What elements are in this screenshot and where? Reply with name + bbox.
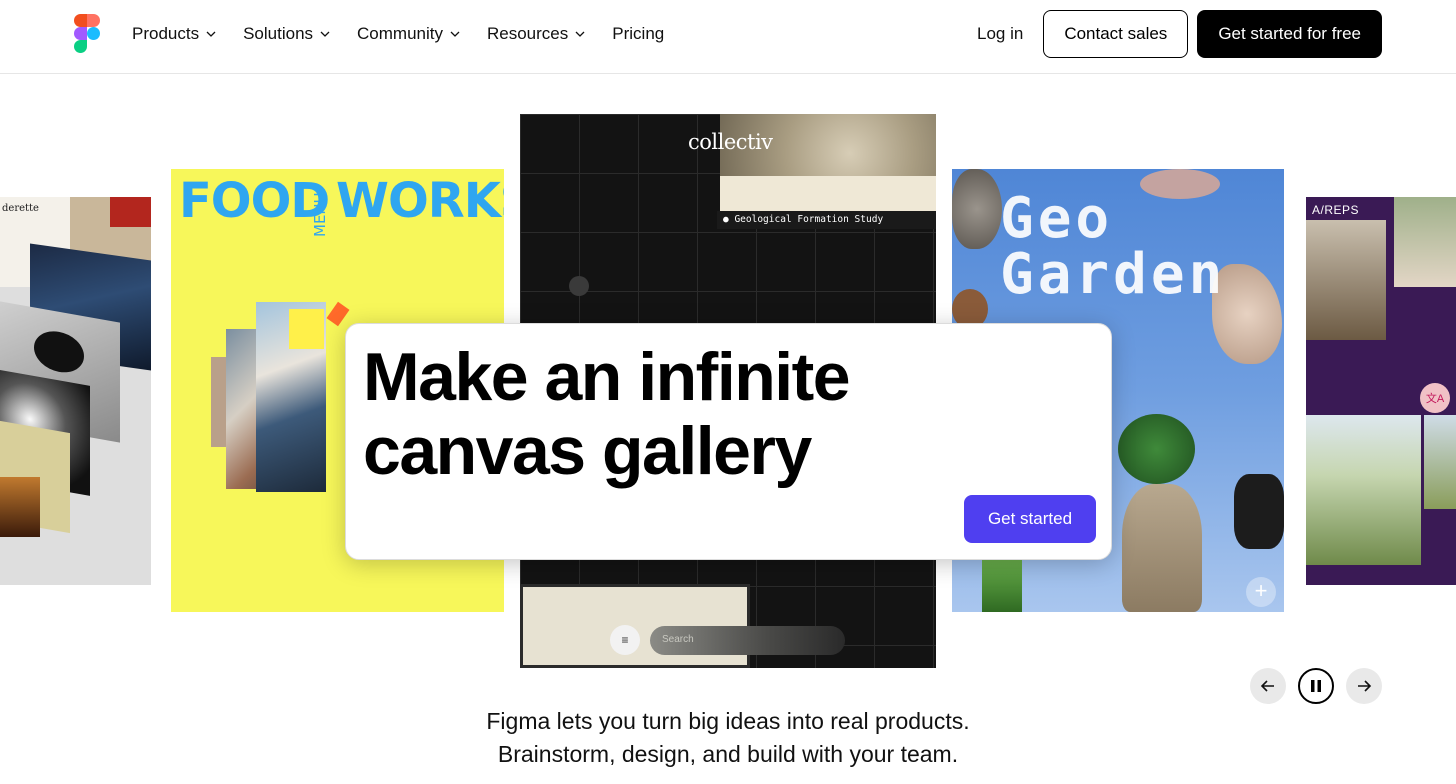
collage-photo-red (110, 197, 151, 227)
arrow-right-icon (1358, 680, 1372, 692)
hero-title: Make an infinite canvas gallery (363, 339, 851, 489)
nav-pricing-label: Pricing (612, 24, 665, 43)
collectiv-dot (569, 276, 589, 296)
collectiv-brand: collectiv (688, 130, 773, 154)
reps-photo-woman (1394, 197, 1456, 287)
primary-nav: Products Solutions Community Resources P… (132, 0, 664, 68)
plus-icon[interactable]: + (1246, 577, 1276, 607)
pause-icon (1311, 680, 1321, 692)
chevron-down-icon (450, 31, 460, 37)
get-started-button[interactable]: Get started (964, 495, 1096, 543)
contact-sales-button[interactable]: Contact sales (1043, 10, 1189, 58)
nav-products-label: Products (132, 24, 200, 43)
tagline-line1: Figma lets you turn big ideas into real … (486, 708, 970, 734)
chevron-down-icon (206, 31, 216, 37)
figma-logo-icon[interactable] (74, 14, 100, 53)
food-title-right: WORKS (336, 173, 504, 229)
login-link[interactable]: Log in (977, 24, 1023, 44)
nav-pricing[interactable]: Pricing (612, 24, 664, 44)
carousel-next-button[interactable] (1346, 668, 1382, 704)
food-arrow-shape (326, 301, 350, 327)
collectiv-search[interactable]: Search (650, 626, 845, 655)
nav-community-label: Community (357, 24, 443, 43)
geo-title: Geo Garden (1000, 191, 1226, 303)
translate-icon[interactable]: 文A (1420, 383, 1450, 413)
food-menu-label: MENU (311, 192, 329, 237)
gallery-card-collage[interactable]: derette (0, 197, 151, 585)
tagline-line2: Brainstorm, design, and build with your … (497, 741, 959, 767)
food-photo-piece (289, 309, 324, 349)
hero-card: Make an infinite canvas gallery Get star… (345, 323, 1112, 560)
carousel-pause-button[interactable] (1298, 668, 1334, 704)
reps-photo-horse (1306, 220, 1386, 340)
gallery-card-a-reps[interactable]: A/REPS 文A (1306, 197, 1456, 585)
chevron-down-icon (575, 31, 585, 37)
collectiv-caption: ● Geological Formation Study (717, 211, 936, 229)
geo-title-line1: Geo (1000, 186, 1114, 251)
arrow-left-icon (1260, 680, 1274, 692)
collectiv-paper (720, 176, 936, 212)
carousel-prev-button[interactable] (1250, 668, 1286, 704)
reps-photo-pylon (1424, 415, 1456, 509)
top-nav: Products Solutions Community Resources P… (0, 0, 1456, 74)
chevron-down-icon (320, 31, 330, 37)
collectiv-caption-text: Geological Formation Study (734, 214, 884, 225)
nav-resources[interactable]: Resources (487, 24, 586, 44)
nav-actions: Log in Contact sales Get started for fre… (977, 10, 1382, 58)
geo-rock-dark (1234, 474, 1284, 549)
reps-photo-field (1306, 415, 1421, 565)
nav-community[interactable]: Community (357, 24, 461, 44)
nav-solutions[interactable]: Solutions (243, 24, 331, 44)
geo-cairn (1122, 484, 1202, 612)
nav-resources-label: Resources (487, 24, 569, 43)
get-started-free-button[interactable]: Get started for free (1197, 10, 1382, 58)
nav-products[interactable]: Products (132, 24, 217, 44)
collage-text: derette (2, 203, 39, 214)
geo-moss (1118, 414, 1195, 484)
nav-solutions-label: Solutions (243, 24, 314, 43)
geo-title-line2: Garden (1000, 242, 1227, 307)
food-title-left: FOOD (179, 173, 330, 229)
geo-grass (982, 559, 1022, 612)
tagline: Figma lets you turn big ideas into real … (0, 705, 1456, 771)
geo-rock (952, 169, 1002, 249)
collage-shape (34, 327, 84, 377)
menu-lines-icon[interactable]: ≡ (610, 625, 640, 655)
collage-strip (0, 477, 40, 537)
reps-label: A/REPS (1312, 203, 1360, 217)
